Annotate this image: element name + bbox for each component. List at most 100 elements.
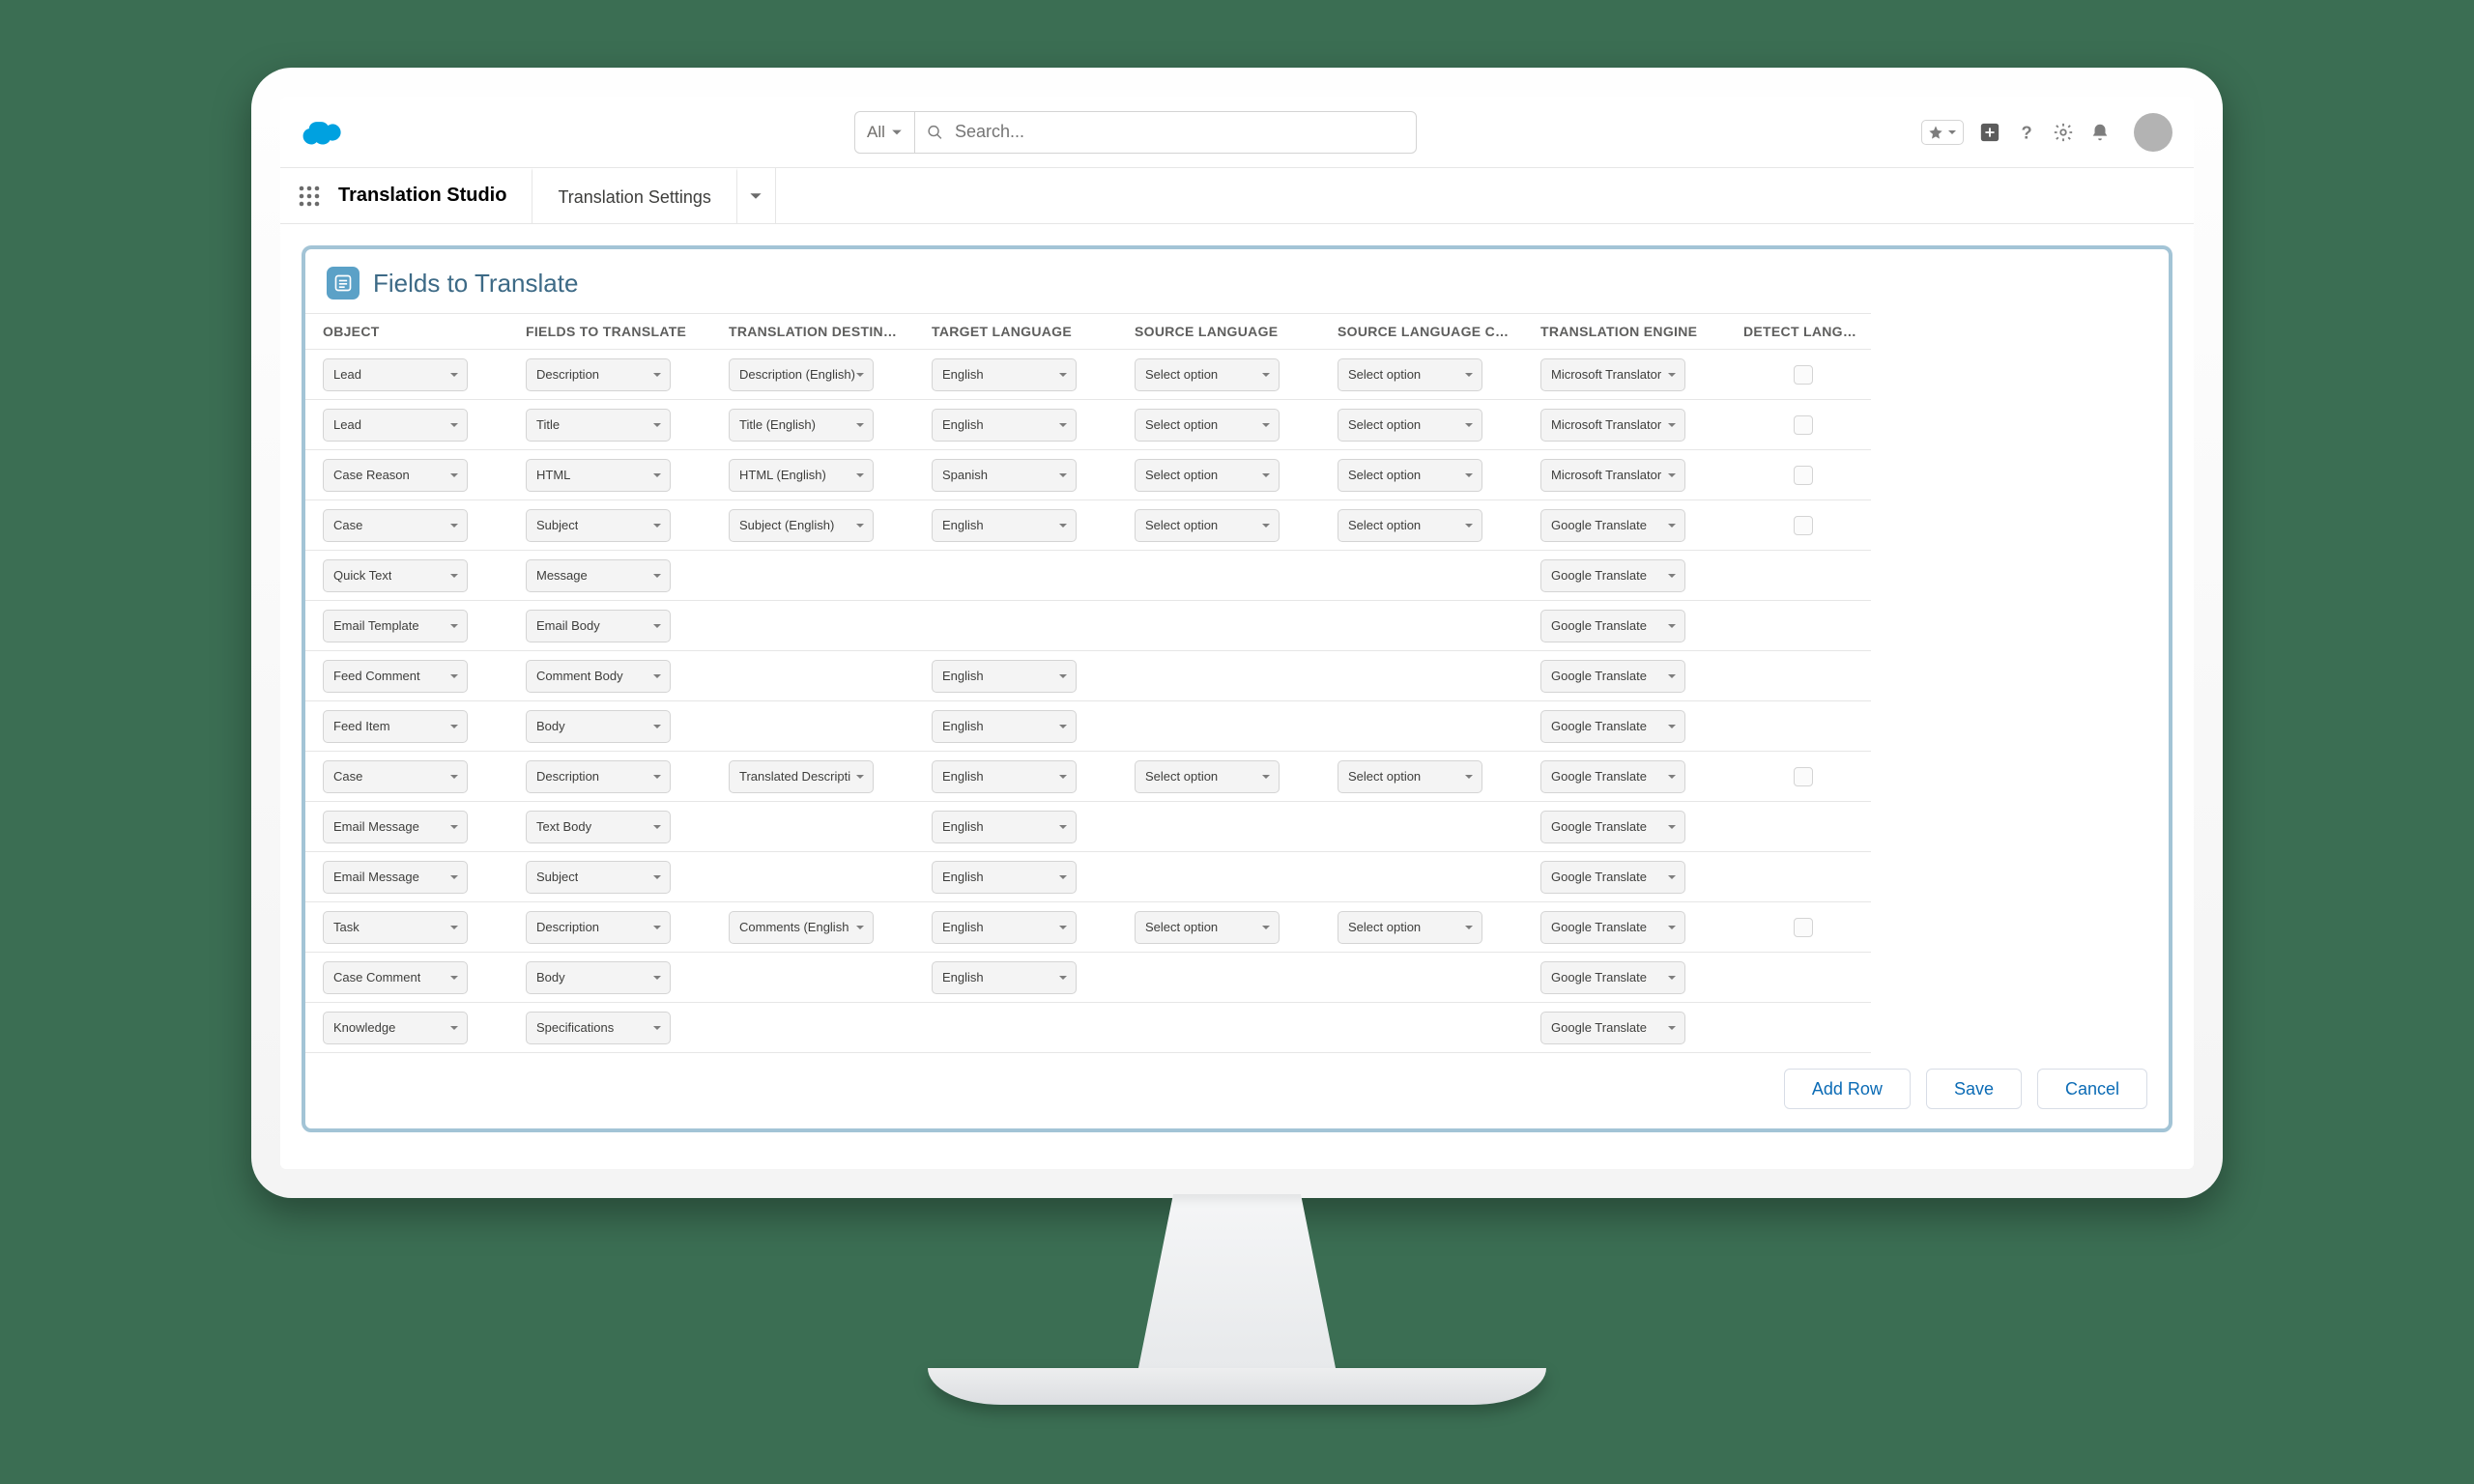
add-row-button[interactable]: Add Row bbox=[1784, 1069, 1911, 1109]
translation-engine-select[interactable]: Microsoft Translator bbox=[1540, 409, 1685, 442]
source-language-custom-select[interactable]: Select option bbox=[1338, 760, 1482, 793]
target-language-select[interactable]: English bbox=[932, 409, 1077, 442]
translation-engine-select[interactable]: Google Translate bbox=[1540, 961, 1685, 994]
search-box[interactable] bbox=[914, 111, 1417, 154]
translation-engine-select[interactable]: Google Translate bbox=[1540, 559, 1685, 592]
cancel-button[interactable]: Cancel bbox=[2037, 1069, 2147, 1109]
detect-language-checkbox[interactable] bbox=[1794, 466, 1813, 485]
translation-engine-select[interactable]: Google Translate bbox=[1540, 1012, 1685, 1044]
select-label: Feed Item bbox=[333, 719, 390, 733]
target-language-select[interactable]: English bbox=[932, 961, 1077, 994]
source-language-select[interactable]: Select option bbox=[1135, 911, 1280, 944]
tab-translation-settings[interactable]: Translation Settings bbox=[532, 168, 736, 223]
add-button[interactable] bbox=[1979, 122, 2000, 143]
avatar[interactable] bbox=[2134, 113, 2172, 152]
field-select[interactable]: Subject bbox=[526, 509, 671, 542]
object-select[interactable]: Feed Item bbox=[323, 710, 468, 743]
translation-engine-select[interactable]: Microsoft Translator bbox=[1540, 459, 1685, 492]
object-select[interactable]: Case bbox=[323, 760, 468, 793]
detect-language-checkbox[interactable] bbox=[1794, 516, 1813, 535]
help-button[interactable]: ? bbox=[2016, 122, 2037, 143]
source-language-custom-select[interactable]: Select option bbox=[1338, 459, 1482, 492]
field-select[interactable]: Email Body bbox=[526, 610, 671, 642]
translation-engine-select[interactable]: Google Translate bbox=[1540, 710, 1685, 743]
field-select[interactable]: Subject bbox=[526, 861, 671, 894]
target-language-select[interactable]: English bbox=[932, 760, 1077, 793]
target-language-select[interactable]: English bbox=[932, 911, 1077, 944]
target-language-select[interactable]: Spanish bbox=[932, 459, 1077, 492]
search-scope-select[interactable]: All bbox=[854, 111, 914, 154]
source-language-custom-select[interactable]: Select option bbox=[1338, 358, 1482, 391]
field-select[interactable]: Message bbox=[526, 559, 671, 592]
destination-select[interactable]: Subject (English) bbox=[729, 509, 874, 542]
source-language-custom-select[interactable]: Select option bbox=[1338, 509, 1482, 542]
field-select[interactable]: Body bbox=[526, 710, 671, 743]
field-select[interactable]: Description bbox=[526, 911, 671, 944]
translation-engine-select[interactable]: Google Translate bbox=[1540, 911, 1685, 944]
translation-engine-select[interactable]: Google Translate bbox=[1540, 811, 1685, 843]
object-select[interactable]: Knowledge bbox=[323, 1012, 468, 1044]
app-screen: All bbox=[280, 97, 2194, 1169]
translation-engine-select[interactable]: Google Translate bbox=[1540, 861, 1685, 894]
object-select[interactable]: Feed Comment bbox=[323, 660, 468, 693]
object-select[interactable]: Case Reason bbox=[323, 459, 468, 492]
translation-engine-select[interactable]: Google Translate bbox=[1540, 509, 1685, 542]
object-select[interactable]: Case Comment bbox=[323, 961, 468, 994]
detect-language-checkbox[interactable] bbox=[1794, 365, 1813, 385]
target-language-select[interactable]: English bbox=[932, 811, 1077, 843]
search-input[interactable] bbox=[953, 121, 1404, 143]
translation-engine-select[interactable]: Google Translate bbox=[1540, 660, 1685, 693]
source-language-select[interactable]: Select option bbox=[1135, 409, 1280, 442]
favorites-menu[interactable] bbox=[1921, 120, 1964, 145]
field-select[interactable]: Text Body bbox=[526, 811, 671, 843]
destination-select[interactable]: Translated Descripti bbox=[729, 760, 874, 793]
target-language-select[interactable]: English bbox=[932, 509, 1077, 542]
object-select[interactable]: Lead bbox=[323, 409, 468, 442]
field-select[interactable]: Description bbox=[526, 358, 671, 391]
object-cell: Case Reason bbox=[305, 450, 508, 500]
chevron-down-icon bbox=[652, 471, 662, 480]
field-select[interactable]: Body bbox=[526, 961, 671, 994]
chevron-down-icon bbox=[1464, 521, 1474, 530]
salesforce-cloud-icon[interactable] bbox=[302, 116, 350, 149]
detect-language-checkbox[interactable] bbox=[1794, 415, 1813, 435]
target-language-select[interactable]: English bbox=[932, 861, 1077, 894]
object-select[interactable]: Quick Text bbox=[323, 559, 468, 592]
save-button[interactable]: Save bbox=[1926, 1069, 2022, 1109]
object-select[interactable]: Email Message bbox=[323, 811, 468, 843]
field-select[interactable]: Title bbox=[526, 409, 671, 442]
field-select[interactable]: Comment Body bbox=[526, 660, 671, 693]
destination-select[interactable]: Comments (English bbox=[729, 911, 874, 944]
translation-engine-select[interactable]: Microsoft Translator bbox=[1540, 358, 1685, 391]
source-language-select[interactable]: Select option bbox=[1135, 358, 1280, 391]
field-select[interactable]: HTML bbox=[526, 459, 671, 492]
object-select[interactable]: Lead bbox=[323, 358, 468, 391]
detect-language-checkbox[interactable] bbox=[1794, 918, 1813, 937]
field-select[interactable]: Description bbox=[526, 760, 671, 793]
app-name: Translation Studio bbox=[338, 168, 532, 223]
detect-language-checkbox[interactable] bbox=[1794, 767, 1813, 786]
target-language-select[interactable]: English bbox=[932, 660, 1077, 693]
app-launcher-button[interactable] bbox=[280, 168, 338, 223]
source-language-custom-select[interactable]: Select option bbox=[1338, 409, 1482, 442]
field-select[interactable]: Specifications bbox=[526, 1012, 671, 1044]
source-language-select[interactable]: Select option bbox=[1135, 459, 1280, 492]
source-language-custom-select[interactable]: Select option bbox=[1338, 911, 1482, 944]
object-select[interactable]: Case bbox=[323, 509, 468, 542]
destination-select[interactable]: Title (English) bbox=[729, 409, 874, 442]
destination-select[interactable]: Description (English) bbox=[729, 358, 874, 391]
source-language-select[interactable]: Select option bbox=[1135, 509, 1280, 542]
waffle-icon bbox=[298, 185, 321, 208]
notifications-button[interactable] bbox=[2089, 122, 2111, 143]
object-select[interactable]: Email Message bbox=[323, 861, 468, 894]
tab-more-button[interactable] bbox=[737, 168, 776, 223]
source-language-select[interactable]: Select option bbox=[1135, 760, 1280, 793]
translation-engine-select[interactable]: Google Translate bbox=[1540, 760, 1685, 793]
translation-engine-select[interactable]: Google Translate bbox=[1540, 610, 1685, 642]
target-language-select[interactable]: English bbox=[932, 358, 1077, 391]
object-select[interactable]: Task bbox=[323, 911, 468, 944]
setup-button[interactable] bbox=[2053, 122, 2074, 143]
target-language-select[interactable]: English bbox=[932, 710, 1077, 743]
destination-select[interactable]: HTML (English) bbox=[729, 459, 874, 492]
object-select[interactable]: Email Template bbox=[323, 610, 468, 642]
